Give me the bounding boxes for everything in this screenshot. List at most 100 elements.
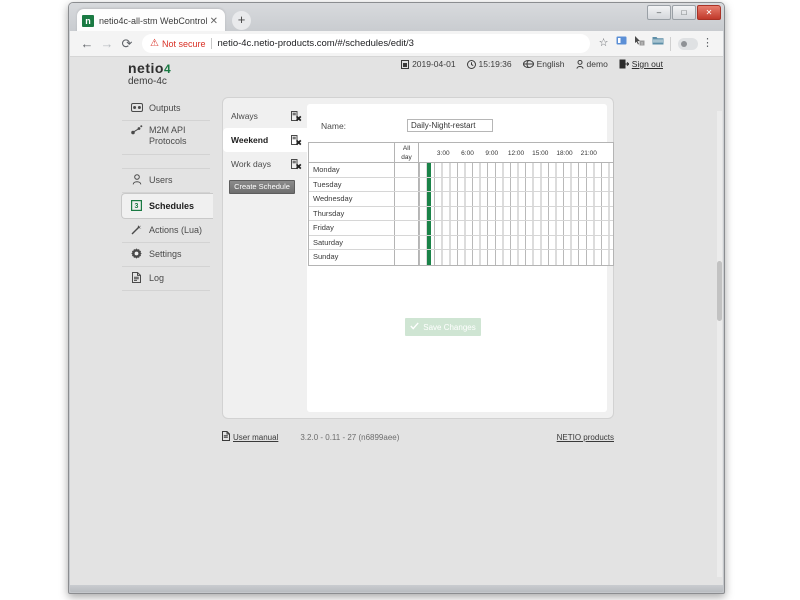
browser-tab[interactable]: n netio4c-all-stm WebControl ✕	[77, 9, 225, 33]
sign-out-button[interactable]: Sign out	[619, 59, 663, 69]
back-icon[interactable]: ←	[77, 34, 97, 54]
reload-icon[interactable]: ⟳	[117, 34, 137, 54]
scrollbar-thumb[interactable]	[717, 261, 722, 321]
delete-schedule-icon[interactable]	[291, 134, 302, 146]
main-sidebar: Outputs M2M API Protocols Users 3 Schedu…	[121, 97, 213, 291]
bookmark-star-icon[interactable]: ☆	[595, 35, 612, 52]
grid-time-cells[interactable]	[419, 235, 613, 249]
grid-time-cells[interactable]	[419, 206, 613, 220]
header-language[interactable]: English	[522, 59, 565, 69]
list-item[interactable]: Always	[223, 104, 307, 128]
sidebar-item-users[interactable]: Users	[122, 169, 210, 193]
sidebar-item-label: M2M API Protocols	[149, 125, 187, 146]
schedule-segment[interactable]	[427, 250, 432, 265]
grid-time-cells[interactable]	[419, 163, 613, 177]
time-axis: 3:00 6:00 9:00 12:00 15:00 18:00 21:00	[419, 143, 613, 162]
document-icon	[130, 272, 143, 285]
sidebar-item-label: Outputs	[149, 103, 181, 113]
sidebar-item-label: Users	[149, 175, 173, 185]
create-schedule-button[interactable]: Create Schedule	[229, 180, 295, 194]
all-day-cell[interactable]	[395, 235, 419, 249]
grid-time-cells[interactable]	[419, 192, 613, 206]
time-tick-label: 15:00	[532, 150, 549, 157]
delete-schedule-icon[interactable]	[291, 110, 302, 122]
schedule-segment[interactable]	[427, 192, 432, 206]
all-day-cell[interactable]	[395, 163, 419, 177]
menu-icon[interactable]: ⋮	[699, 35, 716, 52]
schedule-segment[interactable]	[427, 206, 432, 220]
all-day-header: All day	[395, 143, 419, 162]
sign-out-label: Sign out	[631, 59, 663, 69]
date-text: 2019-04-01	[412, 59, 456, 69]
sidebar-item-actions-lua[interactable]: Actions (Lua)	[122, 219, 210, 243]
address-bar[interactable]: ⚠ Not secure netio-4c.netio-products.com…	[142, 34, 590, 53]
list-item[interactable]: Weekend	[223, 128, 307, 152]
delete-schedule-icon[interactable]	[291, 158, 302, 170]
time-tick-label: 6:00	[461, 150, 474, 157]
sidebar-item-schedules[interactable]: 3 Schedules	[121, 193, 213, 219]
folder-extension-icon[interactable]	[649, 35, 666, 52]
forward-icon[interactable]: →	[97, 34, 117, 54]
extension-icon[interactable]	[613, 35, 630, 52]
schedule-editor-pane: Name: All day 3:00 6:00 9:00 12:00 15:00 18:0…	[307, 104, 614, 412]
profile-pill-icon[interactable]	[678, 37, 698, 50]
user-icon	[576, 59, 584, 69]
new-tab-button[interactable]: +	[232, 11, 251, 30]
sidebar-item-log[interactable]: Log	[122, 267, 210, 291]
divider	[210, 38, 212, 49]
wand-icon	[130, 224, 143, 237]
schedule-grid: All day 3:00 6:00 9:00 12:00 15:00 18:00 21:00…	[308, 142, 614, 266]
time-tick-label: 18:00	[556, 150, 573, 157]
grid-day-label: Monday	[309, 163, 395, 177]
schedule-icon: 3	[130, 199, 143, 213]
all-day-cell[interactable]	[395, 206, 419, 220]
list-item[interactable]: Work days	[223, 152, 307, 176]
grid-day-label: Wednesday	[309, 192, 395, 206]
save-changes-button[interactable]: Save Changes	[405, 318, 481, 336]
language-text: English	[536, 59, 565, 69]
close-icon[interactable]: ✕	[208, 16, 220, 27]
name-label: Name:	[321, 120, 347, 131]
sidebar-item-settings[interactable]: Settings	[122, 243, 210, 267]
grid-time-cells[interactable]	[419, 221, 613, 235]
all-day-cell[interactable]	[395, 192, 419, 206]
calendar-icon	[401, 59, 410, 69]
svg-text:3: 3	[135, 203, 139, 210]
brand-text: netio	[128, 60, 164, 76]
browser-window: – □ ✕ n netio4c-all-stm WebControl ✕ + ←…	[68, 2, 725, 594]
grid-time-cells[interactable]	[419, 250, 613, 265]
grid-day-label: Sunday	[309, 250, 395, 265]
grid-header-row: All day 3:00 6:00 9:00 12:00 15:00 18:00 21:00	[309, 143, 613, 163]
schedule-name: Always	[231, 111, 258, 121]
user-icon	[130, 174, 143, 187]
all-day-cell[interactable]	[395, 221, 419, 235]
clock-icon	[466, 59, 476, 69]
grid-day-label: Thursday	[309, 206, 395, 220]
name-row: Name:	[321, 119, 493, 132]
netio-logo: netio4	[128, 60, 171, 76]
time-tick-label: 9:00	[485, 150, 499, 157]
grid-time-cells[interactable]	[419, 177, 613, 191]
grid-body: Monday Tuesday Wednesday Thursday Friday Satu…	[309, 163, 613, 265]
cursor-extension-icon[interactable]: !	[631, 35, 648, 52]
sidebar-item-m2m-api-protocols[interactable]: M2M API Protocols	[122, 121, 210, 155]
grid-row: Monday	[309, 163, 613, 178]
schedule-name-input[interactable]	[407, 119, 493, 132]
time-tick-label: 3:00	[436, 150, 450, 157]
header-date: 2019-04-01	[401, 59, 456, 69]
page-scrollbar[interactable]	[717, 111, 722, 577]
schedule-segment[interactable]	[427, 163, 432, 177]
schedule-segment[interactable]	[427, 235, 432, 249]
sidebar-item-outputs[interactable]: Outputs	[122, 97, 210, 121]
document-icon	[222, 431, 230, 443]
user-manual-link[interactable]: User manual	[222, 431, 278, 443]
sidebar-item-label: Settings	[149, 249, 182, 259]
netio-products-link[interactable]: NETIO products	[557, 433, 614, 442]
schedule-segment[interactable]	[427, 177, 432, 191]
header-user[interactable]: demo	[576, 59, 608, 69]
m2m-icon	[130, 125, 143, 138]
all-day-cell[interactable]	[395, 177, 419, 191]
all-day-cell[interactable]	[395, 250, 419, 265]
schedule-segment[interactable]	[427, 221, 432, 235]
grid-day-label: Friday	[309, 221, 395, 235]
